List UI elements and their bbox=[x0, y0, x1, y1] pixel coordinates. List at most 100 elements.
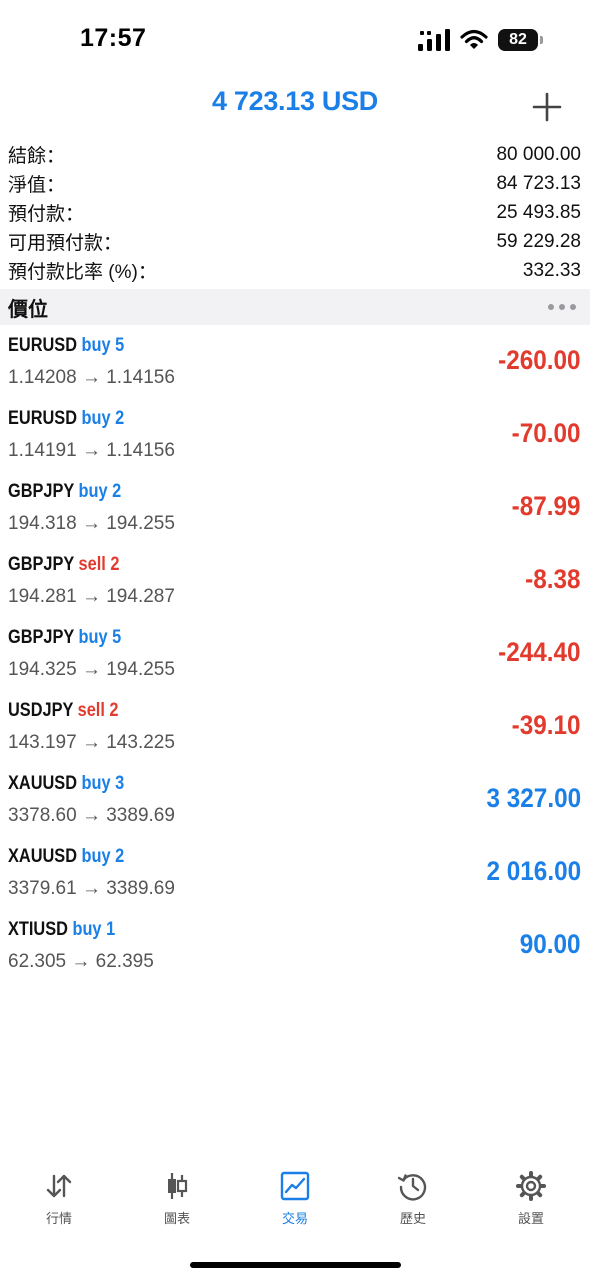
wifi-icon bbox=[460, 29, 488, 49]
position-symbol: GBPJPY bbox=[8, 627, 75, 648]
tab-label: 歷史 bbox=[399, 1211, 426, 1226]
tab-history[interactable]: 歷史 bbox=[354, 1170, 472, 1234]
position-prices: 194.281 → 194.287 bbox=[8, 586, 175, 607]
position-profit: -8.38 bbox=[525, 564, 581, 594]
position-symbol: XTIUSD bbox=[8, 919, 68, 940]
position-profit: -87.99 bbox=[512, 491, 581, 521]
free-margin-label: 可用預付款： bbox=[8, 233, 123, 254]
position-type: buy 2 bbox=[81, 846, 125, 867]
position-profit: 90.00 bbox=[520, 929, 581, 959]
positions-list: EURUSD buy 5 1.14208 → 1.14156 -260.00 E… bbox=[0, 327, 590, 984]
history-clock-icon bbox=[397, 1174, 427, 1201]
position-type: buy 5 bbox=[81, 335, 125, 356]
position-profit: -260.00 bbox=[498, 345, 581, 375]
position-symbol: XAUUSD bbox=[8, 773, 78, 794]
positions-section-header: 價位 bbox=[0, 289, 590, 325]
position-profit: 3 327.00 bbox=[486, 783, 581, 813]
position-symbol: XAUUSD bbox=[8, 846, 78, 867]
position-row[interactable]: GBPJPY buy 2 194.318 → 194.255 -87.99 bbox=[0, 473, 590, 546]
position-symbol: EURUSD bbox=[8, 335, 78, 356]
position-profit: -70.00 bbox=[512, 418, 581, 448]
summary-row-margin: 預付款： 25 493.85 bbox=[0, 198, 590, 227]
position-profit: -39.10 bbox=[512, 710, 581, 740]
equity-label: 淨值： bbox=[8, 175, 66, 196]
position-symbol: GBPJPY bbox=[8, 554, 75, 575]
position-row[interactable]: XAUUSD buy 3 3378.60 → 3389.69 3 327.00 bbox=[0, 765, 590, 838]
cellular-signal-icon bbox=[418, 29, 450, 51]
position-row[interactable]: XTIUSD buy 1 62.305 → 62.395 90.00 bbox=[0, 911, 590, 984]
position-title: GBPJPY buy 5 bbox=[8, 627, 121, 649]
position-title: EURUSD buy 5 bbox=[8, 335, 124, 357]
position-prices: 3379.61 → 3389.69 bbox=[8, 878, 175, 899]
header: 4 723.13 USD bbox=[0, 80, 590, 136]
summary-row-free-margin: 可用預付款： 59 229.28 bbox=[0, 227, 590, 256]
tab-trade[interactable]: 交易 bbox=[236, 1170, 354, 1234]
position-prices: 1.14208 → 1.14156 bbox=[8, 367, 175, 388]
bottom-tab-bar: 行情 圖表 交易 歷史 設置 bbox=[0, 1170, 590, 1240]
settings-gear-icon bbox=[516, 1171, 546, 1201]
position-prices: 194.325 → 194.255 bbox=[8, 659, 175, 680]
summary-row-balance: 結餘： 80 000.00 bbox=[0, 140, 590, 169]
position-type: buy 2 bbox=[81, 408, 125, 429]
position-prices: 3378.60 → 3389.69 bbox=[8, 805, 175, 826]
margin-level-value: 332.33 bbox=[522, 259, 581, 281]
position-symbol: GBPJPY bbox=[8, 481, 75, 502]
position-row[interactable]: EURUSD buy 2 1.14191 → 1.14156 -70.00 bbox=[0, 400, 590, 473]
tab-settings[interactable]: 設置 bbox=[472, 1170, 590, 1234]
battery-level: 82 bbox=[509, 31, 527, 48]
margin-value: 25 493.85 bbox=[496, 201, 581, 223]
trade-chart-icon bbox=[280, 1171, 310, 1201]
position-row[interactable]: GBPJPY sell 2 194.281 → 194.287 -8.38 bbox=[0, 546, 590, 619]
tab-label: 行情 bbox=[45, 1211, 72, 1226]
add-button[interactable] bbox=[530, 90, 564, 124]
account-summary: 結餘： 80 000.00 淨值： 84 723.13 預付款： 25 493.… bbox=[0, 140, 590, 285]
position-prices: 143.197 → 143.225 bbox=[8, 732, 175, 753]
position-symbol: EURUSD bbox=[8, 408, 78, 429]
position-type: buy 1 bbox=[72, 919, 116, 940]
position-title: GBPJPY sell 2 bbox=[8, 554, 119, 576]
summary-row-margin-level: 預付款比率 (%)： 332.33 bbox=[0, 256, 590, 285]
equity-title: 4 723.13 USD bbox=[211, 86, 378, 116]
position-row[interactable]: GBPJPY buy 5 194.325 → 194.255 -244.40 bbox=[0, 619, 590, 692]
quotes-arrows-icon bbox=[46, 1174, 72, 1198]
equity-value: 84 723.13 bbox=[496, 172, 581, 194]
position-row[interactable]: USDJPY sell 2 143.197 → 143.225 -39.10 bbox=[0, 692, 590, 765]
more-options-icon[interactable] bbox=[548, 304, 576, 310]
position-title: XTIUSD buy 1 bbox=[8, 919, 115, 941]
margin-level-label: 預付款比率 (%)： bbox=[8, 262, 157, 283]
position-title: GBPJPY buy 2 bbox=[8, 481, 121, 503]
position-row[interactable]: XAUUSD buy 2 3379.61 → 3389.69 2 016.00 bbox=[0, 838, 590, 911]
position-profit: 2 016.00 bbox=[486, 856, 581, 886]
margin-label: 預付款： bbox=[8, 204, 85, 225]
status-icons: 82 bbox=[418, 27, 543, 53]
tab-label: 設置 bbox=[517, 1211, 544, 1226]
free-margin-value: 59 229.28 bbox=[496, 230, 581, 252]
position-prices: 62.305 → 62.395 bbox=[8, 951, 154, 972]
position-title: XAUUSD buy 3 bbox=[8, 773, 124, 795]
position-type: buy 5 bbox=[78, 627, 122, 648]
balance-label: 結餘： bbox=[8, 146, 66, 167]
position-symbol: USDJPY bbox=[8, 700, 74, 721]
tab-label: 圖表 bbox=[163, 1211, 190, 1226]
position-type: sell 2 bbox=[78, 554, 120, 575]
trade-screen: 17:57 82 4 723.13 USD 結餘： 80 000.00 淨值： … bbox=[0, 0, 590, 1280]
position-title: EURUSD buy 2 bbox=[8, 408, 124, 430]
positions-section-title: 價位 bbox=[8, 298, 48, 321]
position-type: sell 2 bbox=[77, 700, 119, 721]
home-indicator[interactable] bbox=[190, 1262, 401, 1268]
position-type: buy 2 bbox=[78, 481, 122, 502]
tab-quotes[interactable]: 行情 bbox=[0, 1170, 118, 1234]
battery-icon: 82 bbox=[498, 29, 543, 51]
position-type: buy 3 bbox=[81, 773, 125, 794]
status-time: 17:57 bbox=[80, 24, 147, 52]
position-profit: -244.40 bbox=[498, 637, 581, 667]
position-title: USDJPY sell 2 bbox=[8, 700, 119, 722]
candlestick-chart-icon bbox=[168, 1173, 188, 1199]
status-bar: 17:57 82 bbox=[0, 0, 590, 80]
summary-row-equity: 淨值： 84 723.13 bbox=[0, 169, 590, 198]
tab-label: 交易 bbox=[281, 1211, 308, 1226]
position-row[interactable]: EURUSD buy 5 1.14208 → 1.14156 -260.00 bbox=[0, 327, 590, 400]
tab-chart[interactable]: 圖表 bbox=[118, 1170, 236, 1234]
position-prices: 194.318 → 194.255 bbox=[8, 513, 175, 534]
position-prices: 1.14191 → 1.14156 bbox=[8, 440, 175, 461]
